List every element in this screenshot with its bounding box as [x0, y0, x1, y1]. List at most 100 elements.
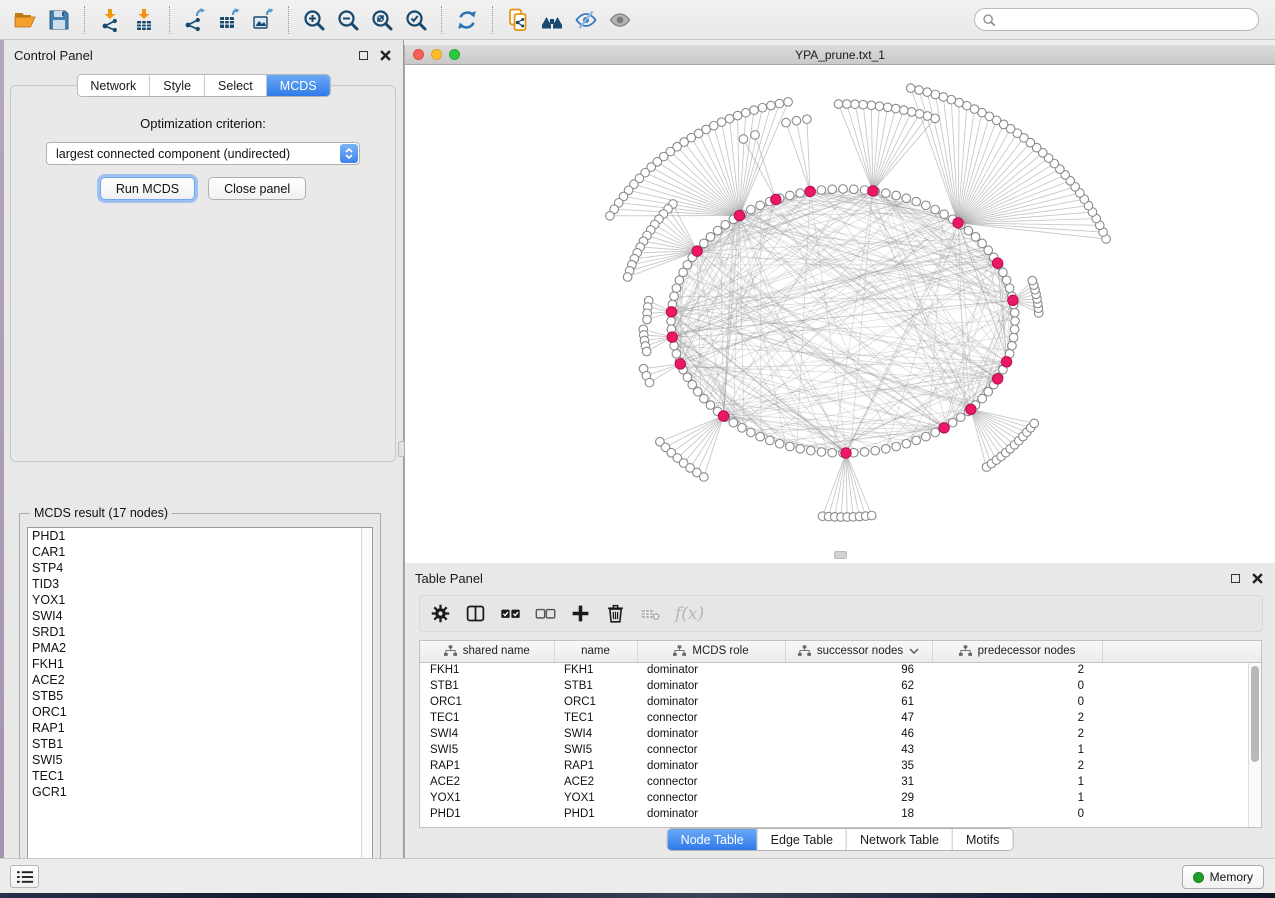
control-panel-title: Control Panel	[14, 48, 93, 63]
toolbar-separator	[441, 6, 442, 34]
table-row[interactable]: YOX1YOX1connector291	[420, 790, 1261, 806]
select-stepper-icon	[340, 144, 358, 163]
delete-table-icon-disabled	[640, 603, 661, 624]
table-row[interactable]: ACE2ACE2connector311	[420, 774, 1261, 790]
tab-motifs[interactable]: Motifs	[952, 829, 1012, 850]
close-panel-icon[interactable]	[377, 47, 393, 63]
table-settings-gear-icon[interactable]	[430, 603, 451, 624]
node-table: shared name name MCDS role successor nod…	[419, 640, 1262, 828]
export-network-icon[interactable]	[180, 5, 210, 35]
search-input[interactable]	[974, 8, 1259, 31]
zoom-selected-icon[interactable]	[401, 5, 431, 35]
tab-style[interactable]: Style	[149, 75, 204, 96]
clone-network-icon[interactable]	[503, 5, 533, 35]
zoom-in-icon[interactable]	[299, 5, 329, 35]
table-row[interactable]: TEC1TEC1connector472	[420, 710, 1261, 726]
mcds-list-scrollbar[interactable]	[361, 528, 372, 877]
table-row[interactable]: RAP1RAP1dominator352	[420, 758, 1261, 774]
network-canvas[interactable]	[405, 65, 1274, 562]
optimization-criterion-label: Optimization criterion:	[11, 116, 395, 131]
column-header-mcds-role[interactable]: MCDS role	[637, 641, 785, 662]
column-header-name[interactable]: name	[554, 641, 637, 662]
table-panel-tabs: Node Table Edge Table Network Table Moti…	[667, 828, 1014, 851]
open-file-icon[interactable]	[10, 5, 40, 35]
refresh-icon[interactable]	[452, 5, 482, 35]
run-mcds-button[interactable]: Run MCDS	[100, 177, 195, 200]
table-scrollbar[interactable]	[1248, 663, 1261, 827]
delete-column-trash-icon[interactable]	[605, 603, 626, 624]
import-network-icon[interactable]	[95, 5, 125, 35]
toolbar-separator	[288, 6, 289, 34]
close-panel-button[interactable]: Close panel	[208, 177, 306, 200]
export-table-icon[interactable]	[214, 5, 244, 35]
table-row[interactable]: SWI5SWI5connector431	[420, 742, 1261, 758]
table-row[interactable]: FKH1FKH1dominator962	[420, 662, 1261, 678]
mcds-result-item[interactable]: TEC1	[28, 768, 372, 784]
column-header-successor-nodes[interactable]: successor nodes	[785, 641, 932, 662]
network-graph[interactable]	[405, 65, 1274, 562]
network-window-titlebar[interactable]: YPA_prune.txt_1	[405, 45, 1275, 65]
float-panel-icon[interactable]	[355, 47, 371, 63]
mcds-result-item[interactable]: CAR1	[28, 544, 372, 560]
mcds-result-item[interactable]: PMA2	[28, 640, 372, 656]
tab-node-table[interactable]: Node Table	[668, 829, 757, 850]
table-toolbar: f(x)	[419, 595, 1263, 632]
mcds-result-item[interactable]: SWI5	[28, 752, 372, 768]
table-panel: Table Panel f(x) shared name name MCDS r…	[404, 563, 1275, 858]
column-header-filler	[1102, 641, 1261, 662]
table-scrollbar-thumb[interactable]	[1251, 666, 1259, 762]
criterion-select[interactable]: largest connected component (undirected)	[46, 142, 360, 165]
first-neighbors-icon[interactable]	[537, 5, 567, 35]
task-history-button[interactable]	[10, 865, 39, 888]
mcds-result-item[interactable]: STP4	[28, 560, 372, 576]
table-row[interactable]: ORC1ORC1dominator610	[420, 694, 1261, 710]
tab-edge-table[interactable]: Edge Table	[757, 829, 846, 850]
mcds-result-item[interactable]: ORC1	[28, 704, 372, 720]
mcds-result-item[interactable]: TID3	[28, 576, 372, 592]
hide-selected-icon[interactable]	[571, 5, 601, 35]
tab-select[interactable]: Select	[204, 75, 266, 96]
save-session-icon[interactable]	[44, 5, 74, 35]
mcds-result-item[interactable]: PHD1	[28, 528, 372, 544]
table-row[interactable]: PHD1PHD1dominator180	[420, 806, 1261, 822]
sitemap-icon	[798, 645, 811, 657]
desktop-wallpaper-bottom	[0, 893, 1275, 898]
tab-network[interactable]: Network	[77, 75, 149, 96]
deselect-all-rows-icon[interactable]	[535, 603, 556, 624]
column-header-shared-name[interactable]: shared name	[420, 641, 554, 662]
memory-button[interactable]: Memory	[1182, 865, 1264, 889]
show-column-panel-icon[interactable]	[465, 603, 486, 624]
mcds-result-item[interactable]: SWI4	[28, 608, 372, 624]
mcds-result-item[interactable]: FKH1	[28, 656, 372, 672]
mcds-result-item[interactable]: GCR1	[28, 784, 372, 800]
horizontal-splitter-handle[interactable]	[834, 551, 847, 559]
network-window-title: YPA_prune.txt_1	[405, 48, 1275, 62]
zoom-fit-icon[interactable]	[367, 5, 397, 35]
float-table-panel-icon[interactable]	[1227, 570, 1243, 586]
table-row[interactable]: STB1STB1dominator620	[420, 678, 1261, 694]
export-image-icon[interactable]	[248, 5, 278, 35]
mcds-result-item[interactable]: RAP1	[28, 720, 372, 736]
mcds-result-item[interactable]: STB1	[28, 736, 372, 752]
mcds-result-box: MCDS result (17 nodes) PHD1CAR1STP4TID3Y…	[19, 513, 381, 885]
close-table-panel-icon[interactable]	[1249, 570, 1265, 586]
show-all-icon[interactable]	[605, 5, 635, 35]
column-header-predecessor-nodes[interactable]: predecessor nodes	[932, 641, 1102, 662]
mcds-result-item[interactable]: YOX1	[28, 592, 372, 608]
main-toolbar	[0, 0, 1275, 40]
zoom-out-icon[interactable]	[333, 5, 363, 35]
mcds-result-title: MCDS result (17 nodes)	[30, 506, 172, 520]
add-column-icon[interactable]	[570, 603, 591, 624]
import-table-icon[interactable]	[129, 5, 159, 35]
network-view-window: YPA_prune.txt_1	[404, 45, 1275, 563]
sitemap-icon	[444, 645, 457, 657]
mcds-result-list[interactable]: PHD1CAR1STP4TID3YOX1SWI4SRD1PMA2FKH1ACE2…	[27, 527, 373, 878]
mcds-result-item[interactable]: SRD1	[28, 624, 372, 640]
tab-mcds[interactable]: MCDS	[266, 75, 330, 96]
tab-network-table[interactable]: Network Table	[846, 829, 952, 850]
mcds-result-item[interactable]: STB5	[28, 688, 372, 704]
select-all-rows-icon[interactable]	[500, 603, 521, 624]
table-row[interactable]: SWI4SWI4dominator462	[420, 726, 1261, 742]
mcds-result-item[interactable]: ACE2	[28, 672, 372, 688]
control-panel-tabs: Network Style Select MCDS	[76, 74, 330, 97]
